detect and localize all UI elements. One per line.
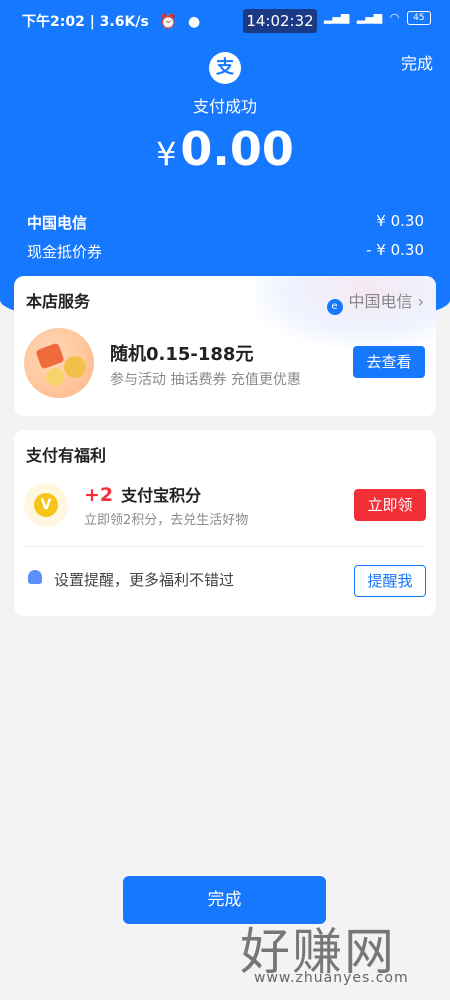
- points-coin-icon: V: [24, 483, 68, 527]
- wifi-icon: ◠: [389, 11, 400, 24]
- payment-amount: ¥0.00: [0, 122, 450, 176]
- currency-symbol: ¥: [156, 135, 177, 173]
- status-left-text: 下午2:02 | 3.6K/s: [22, 14, 149, 30]
- breakdown-value: ¥ 0.30: [376, 212, 424, 230]
- view-promo-button[interactable]: 去查看: [353, 346, 425, 378]
- breakdown-label: 中国电信: [27, 214, 88, 232]
- divider: [24, 546, 426, 547]
- amount-value: 0.00: [180, 122, 294, 176]
- status-left: 下午2:02 | 3.6K/s ⏰ ●: [22, 11, 200, 31]
- china-telecom-icon: e: [326, 299, 343, 315]
- store-service-title: 本店服务: [26, 292, 91, 311]
- chevron-right-icon: ›: [412, 292, 424, 311]
- alarm-icon: ⏰: [159, 14, 178, 30]
- status-time: 14:02:32: [243, 9, 317, 33]
- points-amount: +2: [84, 484, 114, 506]
- remind-me-button[interactable]: 提醒我: [354, 565, 426, 597]
- bell-icon: [28, 570, 42, 584]
- promo-subtitle: 参与活动 抽话费券 充值更优惠: [110, 372, 301, 388]
- signal-icon: ▂▄▆: [324, 11, 350, 24]
- merchant-name: 中国电信: [348, 292, 413, 311]
- claim-points-button[interactable]: 立即领: [354, 489, 426, 521]
- battery-icon: 45: [406, 11, 431, 25]
- watermark: 好赚网 www.zhuanyes.com: [240, 912, 440, 992]
- alipay-logo-icon: 支: [209, 52, 241, 84]
- remind-text: 设置提醒，更多福利不错过: [54, 571, 235, 589]
- promo-title: 随机0.15-188元: [110, 344, 254, 365]
- store-service-card: 本店服务 e 中国电信 › 随机0.15-188元 参与活动 抽话费券 充值更优惠…: [14, 276, 436, 416]
- points-label: 支付宝积分: [121, 486, 202, 505]
- breakdown-row: 现金抵价券 - ¥ 0.30: [27, 241, 424, 262]
- status-bar: 下午2:02 | 3.6K/s ⏰ ● 14:02:32 ▂▄▆ ▂▄▆ ◠ 4…: [0, 0, 450, 40]
- breakdown-label: 现金抵价券: [27, 243, 103, 261]
- promo-coupon-icon: [24, 328, 94, 398]
- points-subtitle: 立即领2积分，去兑生活好物: [84, 513, 249, 528]
- benefits-card: 支付有福利 V +2 支付宝积分 立即领2积分，去兑生活好物 立即领 设置提醒，更…: [14, 430, 436, 616]
- payment-status: 支付成功: [192, 97, 257, 116]
- merchant-link[interactable]: e 中国电信 ›: [326, 288, 424, 315]
- breakdown-value: - ¥ 0.30: [366, 241, 424, 259]
- status-right: ▂▄▆ ▂▄▆ ◠ 45: [324, 11, 435, 25]
- signal-icon-2: ▂▄▆: [356, 11, 383, 24]
- points-title: +2 支付宝积分: [84, 482, 201, 506]
- breakdown-row: 中国电信 ¥ 0.30: [27, 212, 424, 233]
- wechat-icon: ●: [187, 14, 201, 30]
- watermark-url: www.zhuanyes.com: [254, 970, 409, 986]
- done-link[interactable]: 完成: [401, 50, 433, 74]
- benefits-title: 支付有福利: [26, 446, 107, 465]
